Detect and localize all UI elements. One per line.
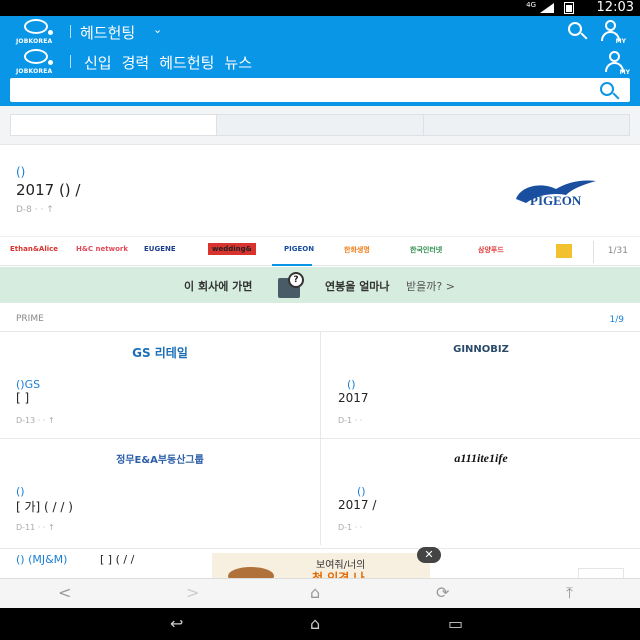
system-navigation: ↩ ⌂ ▭	[0, 608, 640, 640]
logo-item[interactable]: 삼양푸드	[478, 245, 504, 255]
system-recents-icon[interactable]: ▭	[448, 614, 463, 633]
system-home-icon[interactable]: ⌂	[310, 614, 320, 633]
signal-icon	[540, 3, 554, 13]
battery-icon	[564, 2, 574, 14]
search-icon[interactable]	[598, 80, 620, 102]
job-meta: D-1 · ·	[338, 416, 363, 425]
company-logo-carousel: Ethan&Alice H&C network EUGENE wedding& …	[0, 236, 640, 266]
network-type: 4G	[526, 1, 536, 9]
divider	[70, 55, 71, 68]
company-logo: 정무E&A부동산그룹	[116, 455, 204, 466]
company-name[interactable]: ()	[16, 485, 25, 498]
job-title[interactable]: [ 가] ( / / )	[16, 498, 73, 515]
company-name[interactable]: ()	[16, 165, 25, 179]
system-back-icon[interactable]: ↩	[170, 614, 183, 633]
company-logo: GINNOBIZ	[453, 344, 509, 355]
section-pager: 1/9	[609, 315, 624, 325]
search-icon[interactable]	[566, 20, 588, 42]
jobkorea-logo[interactable]: JOBKOREA	[16, 49, 60, 75]
sub-header: JOBKOREA 신입 경력 헤드헌팅 뉴스 MY	[0, 46, 640, 76]
calculator-icon: ?	[278, 272, 314, 300]
section-label: PRIME	[16, 314, 44, 324]
home-icon[interactable]: ⌂	[310, 583, 320, 602]
chevron-down-icon[interactable]: ⌄	[153, 23, 162, 36]
job-card[interactable]: GINNOBIZ () 2017 D-1 · ·	[320, 331, 640, 438]
banner-text-left: 이 회사에 가면	[184, 280, 253, 293]
logo-item[interactable]: 한화생명	[344, 245, 370, 255]
back-icon[interactable]: <	[58, 583, 71, 602]
tab-3[interactable]	[423, 115, 629, 135]
company-name[interactable]: ()GS	[16, 378, 40, 391]
filter-tabs-area	[0, 106, 640, 144]
job-meta: D-1 · ·	[338, 523, 363, 532]
job-meta: D-8 · · ↑	[16, 205, 54, 215]
my-page-icon[interactable]: MY	[604, 50, 630, 76]
salary-banner[interactable]: 이 회사에 가면 ? 연봉을 얼마나 받을까? >	[0, 267, 640, 303]
search-input[interactable]	[10, 78, 630, 102]
nav-item-headhunting[interactable]: 헤드헌팅	[159, 52, 214, 73]
food-image	[228, 567, 274, 578]
browser-toolbar: < > ⌂ ⟳ ⤒	[0, 578, 640, 608]
job-card[interactable]: GS 리테일 ()GS [ ] D-13 · · ↑	[0, 331, 320, 438]
job-title[interactable]: 2017 /	[338, 498, 376, 512]
job-card[interactable]: 정무E&A부동산그룹 () [ 가] ( / / ) D-11 · · ↑	[0, 438, 320, 545]
jobkorea-logo[interactable]: JOBKOREA	[16, 19, 60, 45]
logo-item[interactable]: Ethan&Alice	[10, 245, 58, 253]
company-name[interactable]: () (MJ&M)	[16, 553, 67, 566]
filter-tabs	[10, 114, 630, 136]
featured-job[interactable]: () 2017 () / D-8 · · ↑ PIGEON	[0, 144, 640, 240]
job-title[interactable]: 2017	[338, 391, 369, 405]
pigeon-logo: PIGEON	[510, 173, 602, 213]
company-name[interactable]: ()	[357, 485, 366, 498]
banner-text-highlight: 연봉을 얼마나	[325, 280, 390, 293]
carousel-pager: 1/31	[607, 246, 628, 256]
job-meta: D-13 · · ↑	[16, 416, 55, 425]
main-header: JOBKOREA 헤드헌팅 ⌄ MY	[0, 16, 640, 46]
job-title[interactable]: [ ]	[16, 391, 29, 405]
banner-text-right: 받을까? >	[406, 280, 455, 293]
logo-item[interactable]: PIGEON	[284, 245, 314, 253]
tab-1[interactable]	[11, 115, 218, 135]
tab-2[interactable]	[217, 115, 424, 135]
logo-item[interactable]: wedding&	[208, 243, 256, 255]
divider	[593, 241, 594, 263]
company-name[interactable]: ()	[347, 378, 356, 391]
nav-item-entry[interactable]: 신입	[84, 52, 112, 73]
nav-item-career[interactable]: 경력	[122, 52, 150, 73]
logo-mark-icon	[24, 49, 53, 65]
job-meta: D-11 · · ↑	[16, 523, 55, 532]
job-card[interactable]: a111ite1ife () 2017 / D-1 · ·	[320, 438, 640, 545]
forward-icon[interactable]: >	[186, 583, 199, 602]
search-bar	[0, 76, 640, 106]
close-icon[interactable]: ✕	[417, 547, 441, 563]
logo-item[interactable]: EUGENE	[144, 245, 176, 253]
ad-headline: 첫 인경 나	[312, 571, 365, 578]
scroll-top-icon[interactable]: ⤒	[566, 583, 573, 603]
section-title[interactable]: 헤드헌팅	[80, 22, 135, 43]
ad-banner[interactable]: 보여줘/너의 첫 인경 나	[212, 553, 430, 578]
logo-item[interactable]	[556, 244, 572, 258]
main-nav: 신입 경력 헤드헌팅 뉴스	[84, 52, 252, 73]
clock: 12:03	[596, 0, 634, 15]
logo-item[interactable]: 한국인터넷	[410, 245, 442, 255]
my-page-icon[interactable]: MY	[600, 19, 626, 45]
prime-section: PRIME 1/9 GS 리테일 ()GS [ ] D-13 · · ↑ GIN…	[0, 303, 640, 548]
divider	[70, 25, 71, 38]
refresh-icon[interactable]: ⟳	[436, 583, 449, 602]
nav-item-news[interactable]: 뉴스	[224, 52, 252, 73]
company-logo: a111ite1ife	[454, 451, 508, 465]
job-title[interactable]: 2017 () /	[16, 181, 80, 199]
status-bar: 4G 12:03	[0, 0, 640, 16]
company-logo: GS 리테일	[132, 346, 188, 360]
job-title[interactable]: [ ] ( / /	[100, 553, 134, 566]
logo-mark-icon	[24, 19, 53, 35]
active-indicator	[272, 264, 312, 266]
logo-item[interactable]: H&C network	[76, 245, 128, 253]
